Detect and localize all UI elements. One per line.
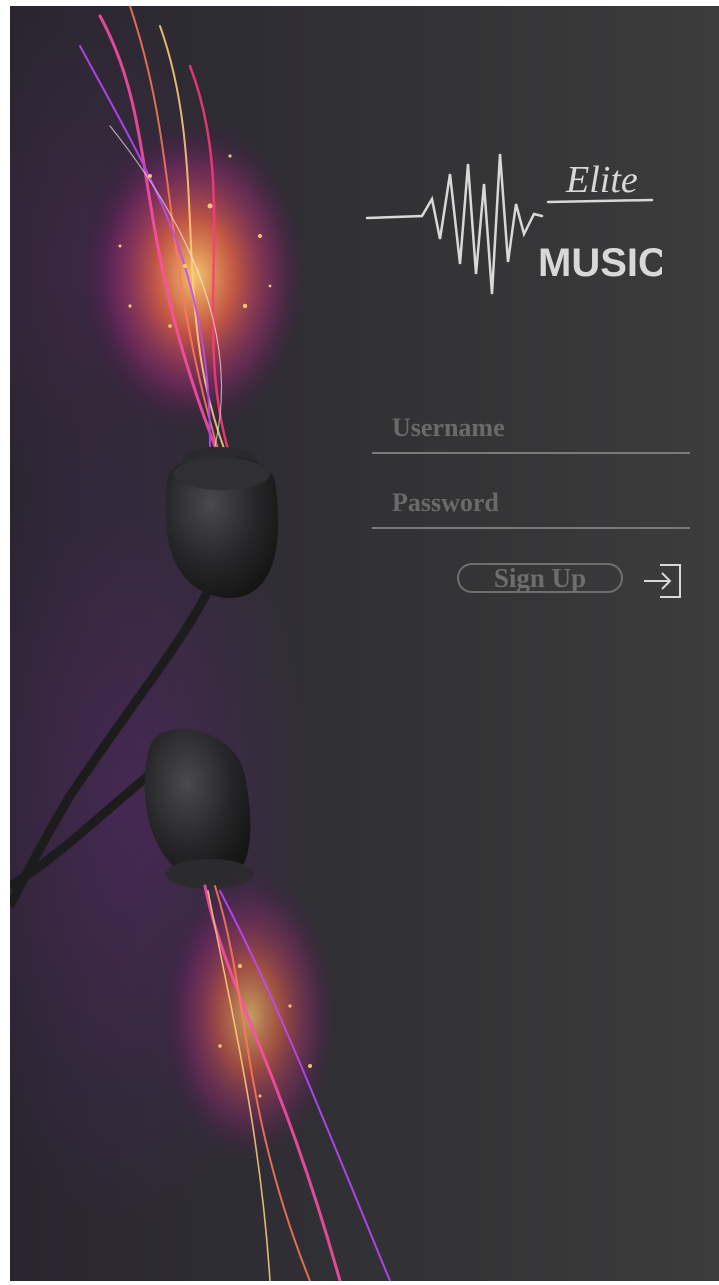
logo-script-word: Elite xyxy=(565,159,638,201)
password-input[interactable] xyxy=(390,485,684,521)
username-input[interactable] xyxy=(390,410,684,446)
elite-music-logo: Elite MUSIC xyxy=(365,153,662,295)
sign-in-arrow-icon[interactable] xyxy=(642,563,682,599)
username-field xyxy=(372,408,690,454)
signup-button[interactable]: Sign Up xyxy=(457,563,623,593)
login-screen: Elite MUSIC Sign Up xyxy=(10,6,719,1281)
logo-main-word: MUSIC xyxy=(538,241,662,285)
password-field xyxy=(372,483,690,529)
